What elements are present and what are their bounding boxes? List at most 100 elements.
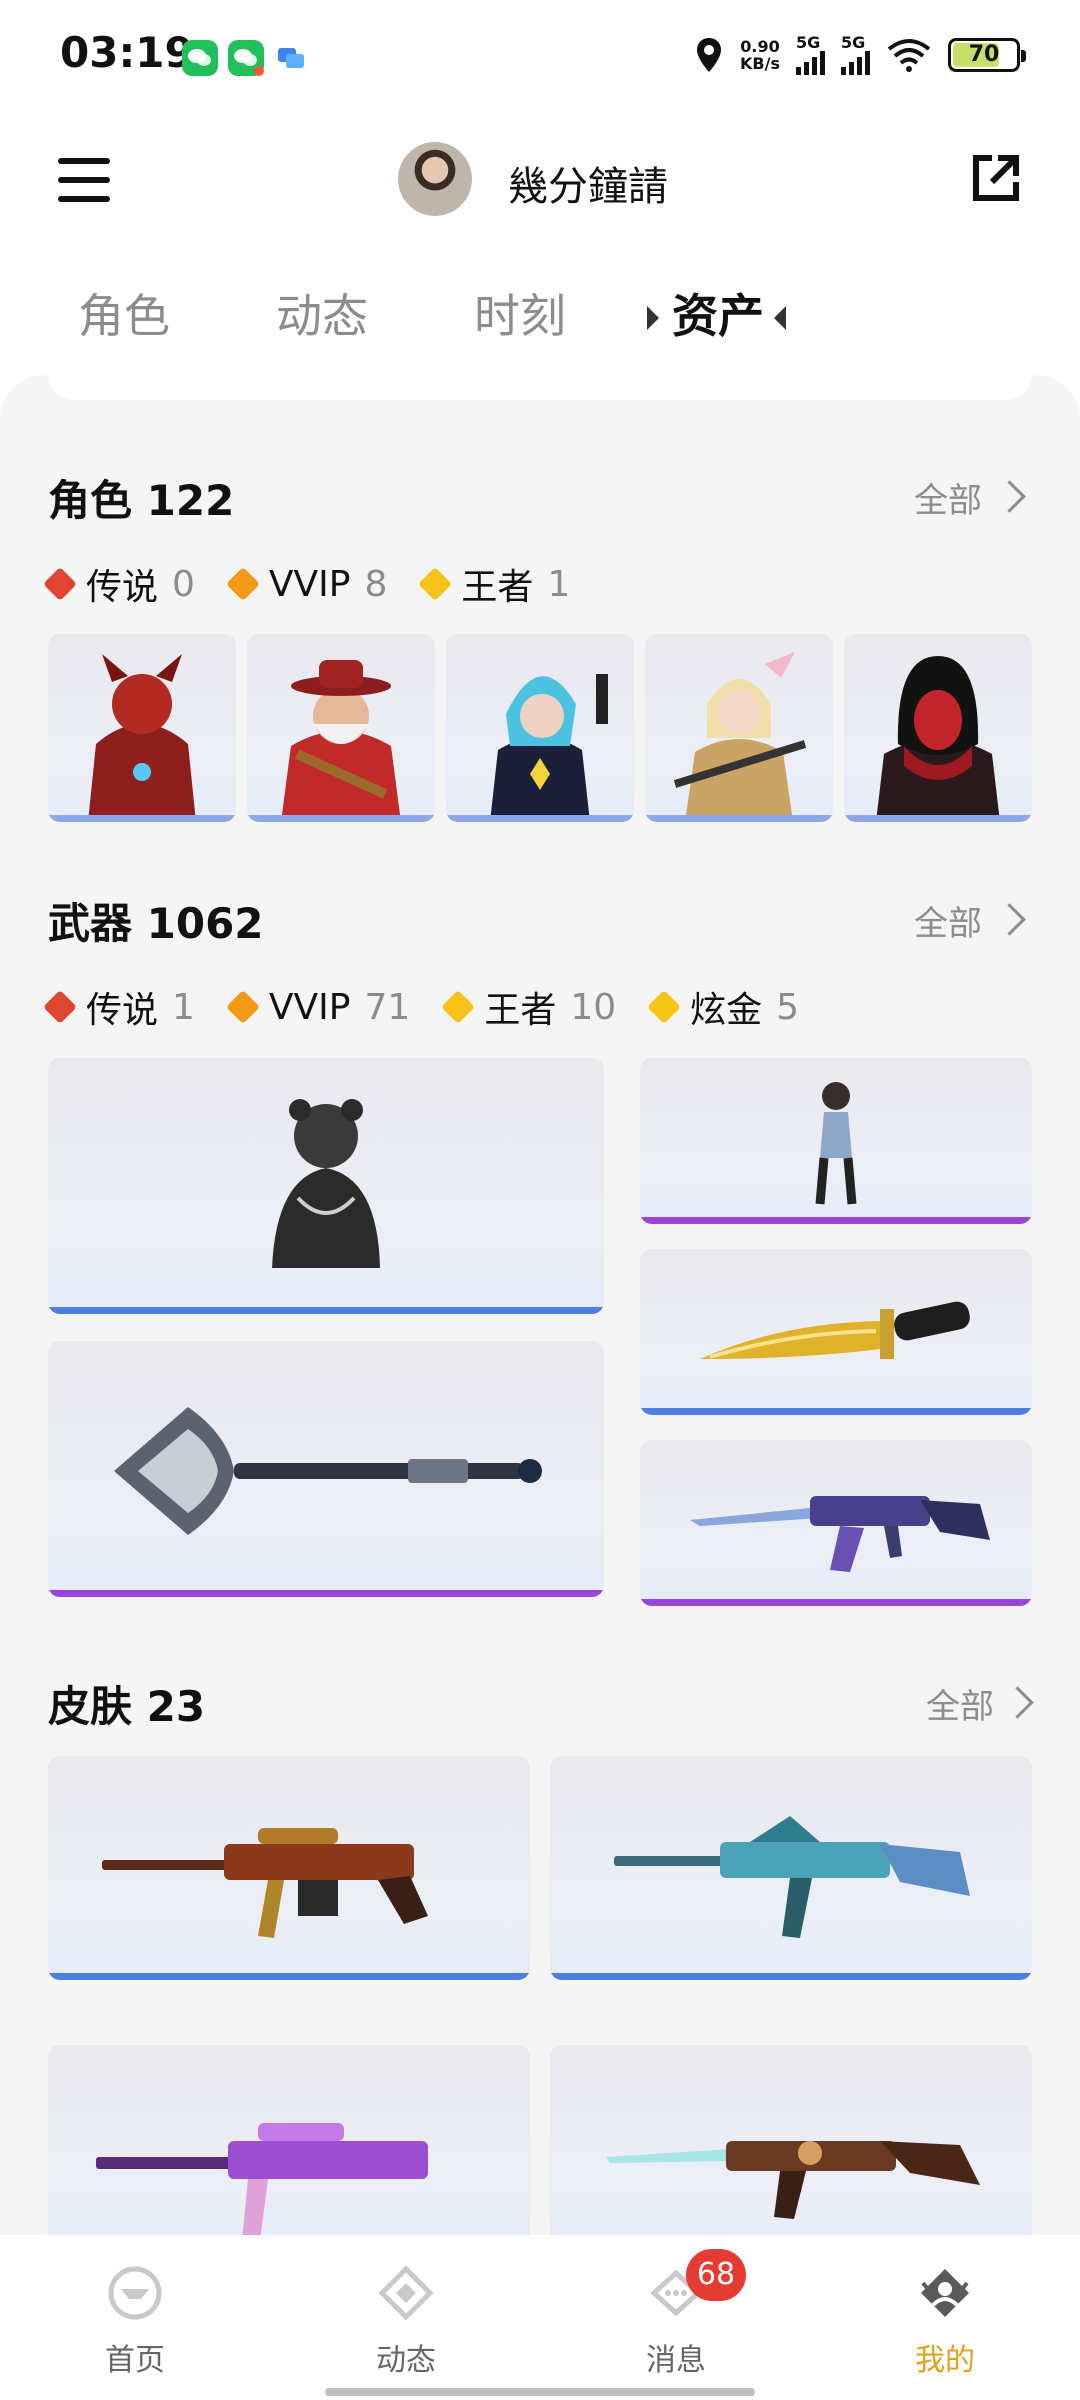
rarity-bar: [446, 815, 634, 822]
signal-bars-icon: [841, 51, 870, 75]
badge-legend: 传说 1: [43, 981, 195, 1033]
rarity-bar: [640, 1408, 1032, 1415]
character-card-hooded-red[interactable]: [844, 634, 1032, 822]
badge-label: 炫金: [690, 990, 763, 1031]
badge-label: 王者: [461, 567, 534, 608]
username: 幾分鐘請: [508, 164, 668, 210]
badge-king: 王者 10: [441, 981, 617, 1033]
rarity-bar: [640, 1217, 1032, 1224]
signal-1-label: 5G: [796, 33, 821, 52]
weapon-card-ornate-shovel[interactable]: [48, 1341, 604, 1597]
skin-image: [606, 2141, 980, 2219]
chevron-right-icon[interactable]: [993, 480, 1026, 513]
characters-view-all[interactable]: 全部: [914, 473, 982, 522]
badge-label: 传说: [86, 567, 159, 608]
signal-1: 5G: [796, 35, 825, 75]
rarity-bar: [48, 815, 236, 822]
king-rarity-icon: [418, 567, 453, 601]
badge-label: 王者: [484, 990, 557, 1031]
character-portrait: [490, 674, 608, 822]
skins-view-all[interactable]: 全部: [926, 1679, 994, 1728]
tab-characters[interactable]: 角色: [78, 280, 170, 346]
tab-assets[interactable]: 资产: [672, 280, 764, 346]
wechat-icon: [182, 40, 218, 76]
gold-rarity-icon: [647, 990, 682, 1024]
badge-count: 8: [364, 563, 388, 605]
badge-vvip: VVIP 71: [225, 986, 411, 1028]
weapons-rarity-badges: 传说 1 VVIP 71 王者 10 炫金 5: [43, 981, 835, 1033]
rarity-bar: [645, 815, 833, 822]
weapon-card-female-agent[interactable]: [640, 1058, 1032, 1224]
character-card-red-armored[interactable]: [48, 634, 236, 822]
net-speed: 0.90 KB/s: [740, 38, 780, 72]
vvip-rarity-icon: [225, 567, 260, 601]
badge-vvip: VVIP 8: [225, 563, 388, 605]
weapon-card-bear-mascot[interactable]: [48, 1058, 604, 1314]
badge-legend: 传说 0: [43, 558, 195, 610]
badge-label: VVIP: [268, 986, 351, 1028]
wifi-icon: [887, 39, 931, 72]
nav-profile-label: 我的: [915, 2343, 975, 2378]
vvip-rarity-icon: [225, 990, 260, 1024]
skin-card-gold-red-sniper[interactable]: [48, 1756, 530, 1980]
external-link-icon[interactable]: [970, 152, 1022, 204]
assets-content: 角色 122 全部 传说 0 VVIP 8 王者 1 武器 1062 全部 传说 1 V…: [0, 375, 1080, 2235]
badge-count: 71: [364, 986, 411, 1028]
skin-card-copper-ak[interactable]: [550, 2045, 1032, 2235]
badge-label: VVIP: [268, 563, 351, 605]
signal-bars-icon: [796, 51, 825, 75]
weapon-image: [700, 1301, 970, 1359]
tab-moments[interactable]: 时刻: [474, 280, 566, 346]
character-card-blonde[interactable]: [645, 634, 833, 822]
character-portrait: [876, 656, 1000, 822]
location-icon: [697, 38, 722, 72]
weapon-image: [690, 1496, 990, 1572]
rarity-bar: [48, 1973, 530, 1980]
home-indicator[interactable]: [325, 2388, 755, 2396]
weapons-title: 武器 1062: [48, 899, 264, 948]
status-indicators: 0.90 KB/s 5G 5G 70: [694, 30, 1026, 80]
characters-title: 角色 122: [48, 476, 235, 525]
legend-rarity-icon: [43, 567, 77, 601]
rarity-bar: [48, 1590, 604, 1597]
nav-home-label: 首页: [105, 2343, 165, 2378]
rarity-bar: [247, 815, 435, 822]
weapon-card-golden-knife[interactable]: [640, 1249, 1032, 1415]
net-speed-unit: KB/s: [740, 54, 780, 73]
weapon-image: [815, 1082, 857, 1205]
nav-feed-label: 动态: [376, 2343, 436, 2378]
skin-image: [102, 1828, 428, 1938]
feed-icon: [378, 2265, 434, 2321]
net-speed-value: 0.90: [740, 37, 780, 56]
skins-title: 皮肤 23: [48, 1682, 206, 1731]
badge-count: 10: [570, 986, 617, 1028]
character-card-blue-hair[interactable]: [446, 634, 634, 822]
weapon-image: [272, 1099, 380, 1268]
chevron-right-icon[interactable]: [1001, 1686, 1034, 1719]
weapons-view-all[interactable]: 全部: [914, 896, 982, 945]
bottom-navigation: 首页 动态 68 消息 我的: [0, 2235, 1080, 2400]
avatar[interactable]: [398, 142, 472, 216]
tab-feed[interactable]: 动态: [276, 280, 368, 346]
rarity-bar: [844, 815, 1032, 822]
profile-icon: [921, 2269, 969, 2317]
signal-2-label: 5G: [841, 33, 866, 52]
profile-header: 幾分鐘請: [0, 130, 1080, 230]
badge-label: 传说: [86, 990, 159, 1031]
character-card-cowboy-santa[interactable]: [247, 634, 435, 822]
skin-card-purple-sniper[interactable]: [48, 2045, 530, 2235]
badge-count: 1: [547, 563, 571, 605]
battery-level: 70: [968, 42, 1000, 67]
profile-tabs: 角色 动态 时刻 资产: [0, 280, 1080, 360]
weapon-card-blue-purple-rifle[interactable]: [640, 1440, 1032, 1606]
unread-count-badge: 68: [686, 2249, 746, 2301]
chevron-right-icon[interactable]: [993, 903, 1026, 936]
rarity-bar: [48, 1307, 604, 1314]
wechat-icon: [228, 40, 264, 76]
menu-icon[interactable]: [58, 158, 110, 202]
rarity-bar: [640, 1599, 1032, 1606]
characters-rarity-badges: 传说 0 VVIP 8 王者 1: [43, 558, 606, 610]
skin-card-cyan-dragon-rifle[interactable]: [550, 1756, 1032, 1980]
status-bar: 03:19 0.90 KB/s 5G 5G 70: [0, 0, 1080, 110]
legend-rarity-icon: [43, 990, 77, 1024]
